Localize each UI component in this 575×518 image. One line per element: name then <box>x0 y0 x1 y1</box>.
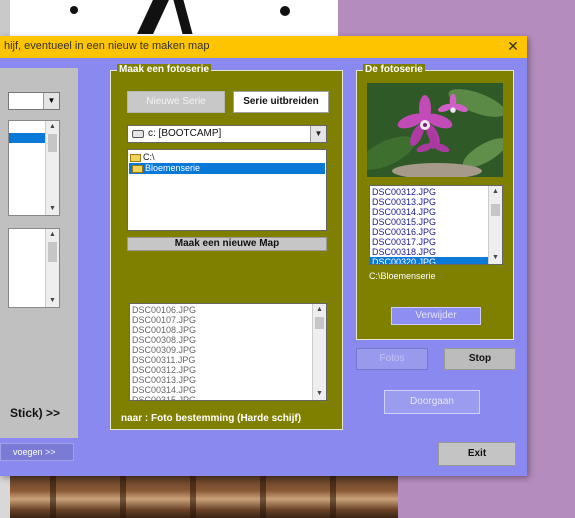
destination-text: naar : Foto bestemming (Harde schijf) <box>121 413 302 424</box>
maak-fotoserie-group: Maak een fotoserie Nieuwe Serie Serie ui… <box>110 64 343 430</box>
nieuwe-serie-button[interactable]: Nieuwe Serie <box>127 91 225 113</box>
list-item[interactable]: DSC00313.JPG <box>370 197 502 207</box>
app-window: hijf, eventueel in een nieuw te maken ma… <box>0 36 527 476</box>
list-item[interactable]: DSC00312.JPG <box>370 187 502 197</box>
orchid-image <box>367 83 503 177</box>
scrollbar[interactable]: ▲ ▼ <box>488 186 502 264</box>
scroll-thumb[interactable] <box>48 242 57 262</box>
folder-tree[interactable]: C:\ Bloemenserie <box>127 149 327 231</box>
series-path: C:\Bloemenserie <box>369 271 436 281</box>
folder-item-bloemenserie[interactable]: Bloemenserie <box>129 163 325 174</box>
list-item[interactable]: DSC00315.JPG <box>130 395 326 400</box>
scroll-up-icon[interactable]: ▲ <box>313 304 326 316</box>
background-photo <box>10 476 398 518</box>
fotos-button-disabled[interactable]: Fotos <box>356 348 428 370</box>
scroll-down-icon[interactable]: ▼ <box>46 295 59 307</box>
chevron-down-icon[interactable]: ▼ <box>310 126 326 142</box>
scroll-down-icon[interactable]: ▼ <box>46 203 59 215</box>
chevron-down-icon[interactable]: ▼ <box>43 93 59 109</box>
list-item[interactable]: DSC00308.JPG <box>130 335 326 345</box>
left-list-bottom[interactable]: ▲ ▼ <box>8 228 60 308</box>
scroll-up-icon[interactable]: ▲ <box>489 186 502 198</box>
scroll-up-icon[interactable]: ▲ <box>46 121 59 133</box>
background-window <box>0 0 338 40</box>
list-item[interactable]: DSC00314.JPG <box>370 207 502 217</box>
series-file-list[interactable]: DSC00312.JPG DSC00313.JPG DSC00314.JPG DSC0… <box>369 185 503 265</box>
list-selection[interactable] <box>9 133 45 143</box>
folder-label: Bloemenserie <box>145 163 201 173</box>
scrollbar[interactable]: ▲ ▼ <box>45 121 59 215</box>
de-fotoserie-legend: De fotoserie <box>363 64 425 75</box>
scroll-down-icon[interactable]: ▼ <box>313 388 326 400</box>
scroll-down-icon[interactable]: ▼ <box>489 252 502 264</box>
folder-label: C:\ <box>143 152 155 162</box>
left-panel: ▼ ▲ ▼ ▲ ▼ <box>0 68 78 438</box>
maak-fotoserie-legend: Maak een fotoserie <box>117 64 212 75</box>
left-dropdown[interactable]: ▼ <box>8 92 60 110</box>
list-item[interactable]: DSC00311.JPG <box>130 355 326 365</box>
drive-dropdown[interactable]: c: [BOOTCAMP] ▼ <box>127 125 327 143</box>
stick-label: Stick) >> <box>10 406 61 420</box>
left-list-top[interactable]: ▲ ▼ <box>8 120 60 216</box>
list-item[interactable]: DSC00312.JPG <box>130 365 326 375</box>
list-item[interactable]: DSC00108.JPG <box>130 325 326 335</box>
exit-button[interactable]: Exit <box>438 442 516 466</box>
list-item[interactable]: DSC00318.JPG <box>370 247 502 257</box>
background-lower-left <box>0 476 10 518</box>
window-title: hijf, eventueel in een nieuw te maken ma… <box>4 40 210 52</box>
background-left-edge <box>0 0 10 40</box>
list-item[interactable]: DSC00315.JPG <box>370 217 502 227</box>
list-item[interactable]: DSC00106.JPG <box>130 305 326 315</box>
list-item[interactable]: DSC00107.JPG <box>130 315 326 325</box>
stop-button[interactable]: Stop <box>444 348 516 370</box>
list-item[interactable]: DSC00309.JPG <box>130 345 326 355</box>
drive-value: c: [BOOTCAMP] <box>148 128 222 139</box>
list-item[interactable]: DSC00316.JPG <box>370 227 502 237</box>
close-icon[interactable]: ✕ <box>505 39 521 55</box>
folder-item-root[interactable]: C:\ <box>130 152 155 163</box>
scroll-thumb[interactable] <box>315 317 324 329</box>
folder-icon <box>132 164 143 173</box>
scrollbar[interactable]: ▲ ▼ <box>45 229 59 307</box>
scroll-thumb[interactable] <box>491 204 500 216</box>
maak-nieuwe-map-button[interactable]: Maak een nieuwe Map <box>127 237 327 251</box>
verwijder-button[interactable]: Verwijder <box>391 307 481 325</box>
list-item[interactable]: DSC00314.JPG <box>130 385 326 395</box>
doorgaan-button[interactable]: Doorgaan <box>384 390 480 414</box>
drive-icon <box>132 130 144 138</box>
folder-open-icon <box>130 153 141 162</box>
de-fotoserie-group: De fotoserie DSC00312.JPG DSC00313.JPG D… <box>356 64 514 340</box>
toevoegen-button[interactable]: voegen >> <box>0 443 74 461</box>
list-item[interactable]: DSC00317.JPG <box>370 237 502 247</box>
photo-preview <box>367 83 503 177</box>
source-file-list[interactable]: DSC00106.JPG DSC00107.JPG DSC00108.JPG DSC0… <box>129 303 327 401</box>
title-bar: hijf, eventueel in een nieuw te maken ma… <box>0 36 527 58</box>
scroll-thumb[interactable] <box>48 134 57 152</box>
serie-uitbreiden-button[interactable]: Serie uitbreiden <box>233 91 329 113</box>
list-item[interactable]: DSC00320.JPG <box>370 257 502 264</box>
scroll-up-icon[interactable]: ▲ <box>46 229 59 241</box>
scrollbar[interactable]: ▲ ▼ <box>312 304 326 400</box>
list-item[interactable]: DSC00313.JPG <box>130 375 326 385</box>
